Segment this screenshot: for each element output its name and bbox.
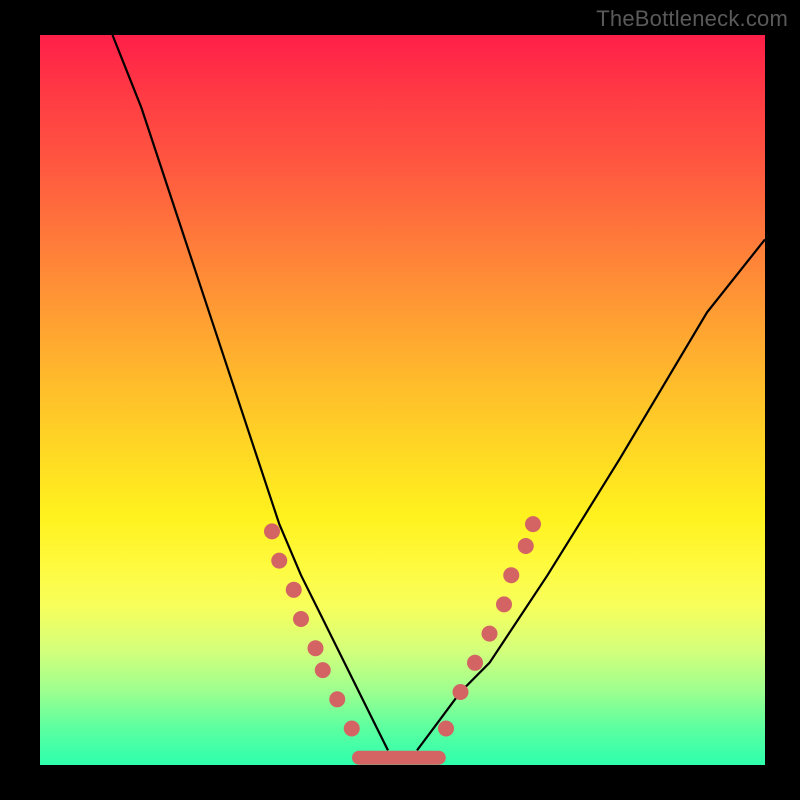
right-curve <box>417 239 765 750</box>
marker-dot <box>315 662 331 678</box>
marker-dot <box>525 516 541 532</box>
marker-dot <box>308 640 324 656</box>
marker-dot <box>482 626 498 642</box>
marker-dot <box>344 721 360 737</box>
marker-dot <box>329 691 345 707</box>
chart-frame: TheBottleneck.com <box>0 0 800 800</box>
marker-dots <box>264 516 541 736</box>
curve-layer <box>40 35 765 765</box>
marker-dot <box>503 567 519 583</box>
marker-dot <box>518 538 534 554</box>
marker-dot <box>438 721 454 737</box>
marker-dot <box>467 655 483 671</box>
marker-dot <box>453 684 469 700</box>
marker-dot <box>264 523 280 539</box>
plot-area <box>40 35 765 765</box>
marker-dot <box>286 582 302 598</box>
marker-dot <box>293 611 309 627</box>
watermark-text: TheBottleneck.com <box>596 6 788 32</box>
left-curve <box>113 35 389 750</box>
marker-dot <box>496 596 512 612</box>
marker-dot <box>271 553 287 569</box>
